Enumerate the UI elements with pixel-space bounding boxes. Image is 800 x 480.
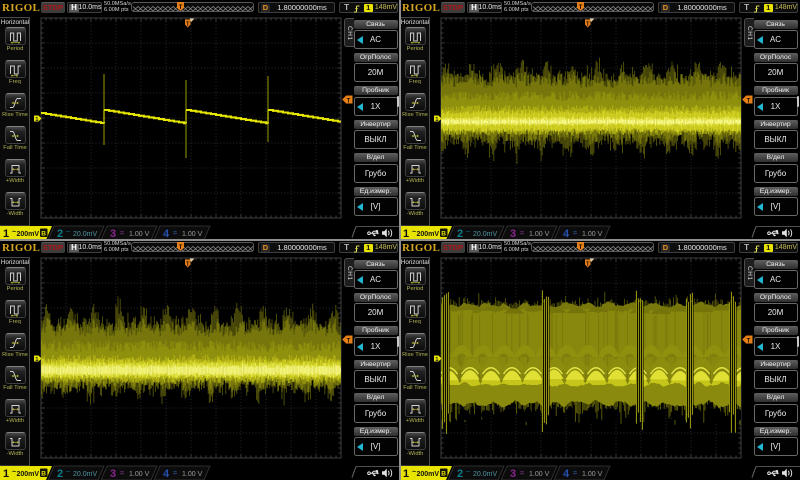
svg-text:T: T: [747, 98, 751, 104]
svg-text:=: =: [520, 471, 524, 478]
svg-text:=: =: [520, 231, 524, 238]
svg-text:T: T: [186, 262, 190, 268]
svg-text:4: 4: [163, 468, 170, 480]
svg-text:20.0mV: 20.0mV: [73, 231, 97, 238]
svg-text:20.0mV: 20.0mV: [473, 231, 497, 238]
svg-text:=: =: [173, 231, 177, 238]
svg-text:1: 1: [403, 468, 409, 480]
svg-text:3: 3: [510, 468, 516, 480]
svg-text:~: ~: [412, 229, 416, 236]
svg-text:20.0mV: 20.0mV: [473, 471, 497, 478]
svg-text:T: T: [347, 98, 351, 104]
svg-text:~: ~: [12, 229, 16, 236]
svg-text:~: ~: [66, 229, 70, 236]
svg-text:B: B: [441, 230, 446, 237]
svg-text:B: B: [41, 470, 46, 477]
svg-text:200mV: 200mV: [417, 231, 440, 238]
svg-text:T: T: [347, 338, 351, 344]
svg-text:1.00 V: 1.00 V: [129, 231, 150, 238]
svg-text:2: 2: [57, 468, 63, 480]
svg-text:T: T: [586, 262, 590, 268]
svg-text:20.0mV: 20.0mV: [73, 471, 97, 478]
svg-text:4: 4: [563, 468, 570, 480]
svg-text:T: T: [179, 244, 183, 251]
svg-text:=: =: [120, 471, 124, 478]
svg-text:=: =: [173, 471, 177, 478]
svg-text:1.00 V: 1.00 V: [182, 231, 203, 238]
svg-text:=: =: [573, 231, 577, 238]
svg-text:~: ~: [466, 229, 470, 236]
svg-text:=: =: [120, 231, 124, 238]
svg-text:B: B: [441, 470, 446, 477]
svg-text:~: ~: [412, 469, 416, 476]
svg-text:~: ~: [66, 469, 70, 476]
svg-text:T: T: [586, 22, 590, 28]
svg-text:T: T: [179, 4, 183, 11]
svg-text:1.00 V: 1.00 V: [529, 231, 550, 238]
svg-text:1.00 V: 1.00 V: [529, 471, 550, 478]
svg-text:1.00 V: 1.00 V: [182, 471, 203, 478]
svg-text:~: ~: [466, 469, 470, 476]
svg-text:200mV: 200mV: [17, 231, 40, 238]
svg-text:=: =: [573, 471, 577, 478]
svg-text:T: T: [579, 244, 583, 251]
svg-text:T: T: [747, 338, 751, 344]
svg-text:T: T: [186, 22, 190, 28]
svg-text:1.00 V: 1.00 V: [582, 231, 603, 238]
svg-text:3: 3: [110, 468, 116, 480]
svg-text:T: T: [579, 4, 583, 11]
svg-text:200mV: 200mV: [17, 471, 40, 478]
svg-text:200mV: 200mV: [417, 471, 440, 478]
svg-text:1: 1: [3, 468, 9, 480]
svg-text:1.00 V: 1.00 V: [582, 471, 603, 478]
svg-text:~: ~: [12, 469, 16, 476]
svg-text:2: 2: [457, 468, 463, 480]
svg-text:B: B: [41, 230, 46, 237]
svg-text:1.00 V: 1.00 V: [129, 471, 150, 478]
